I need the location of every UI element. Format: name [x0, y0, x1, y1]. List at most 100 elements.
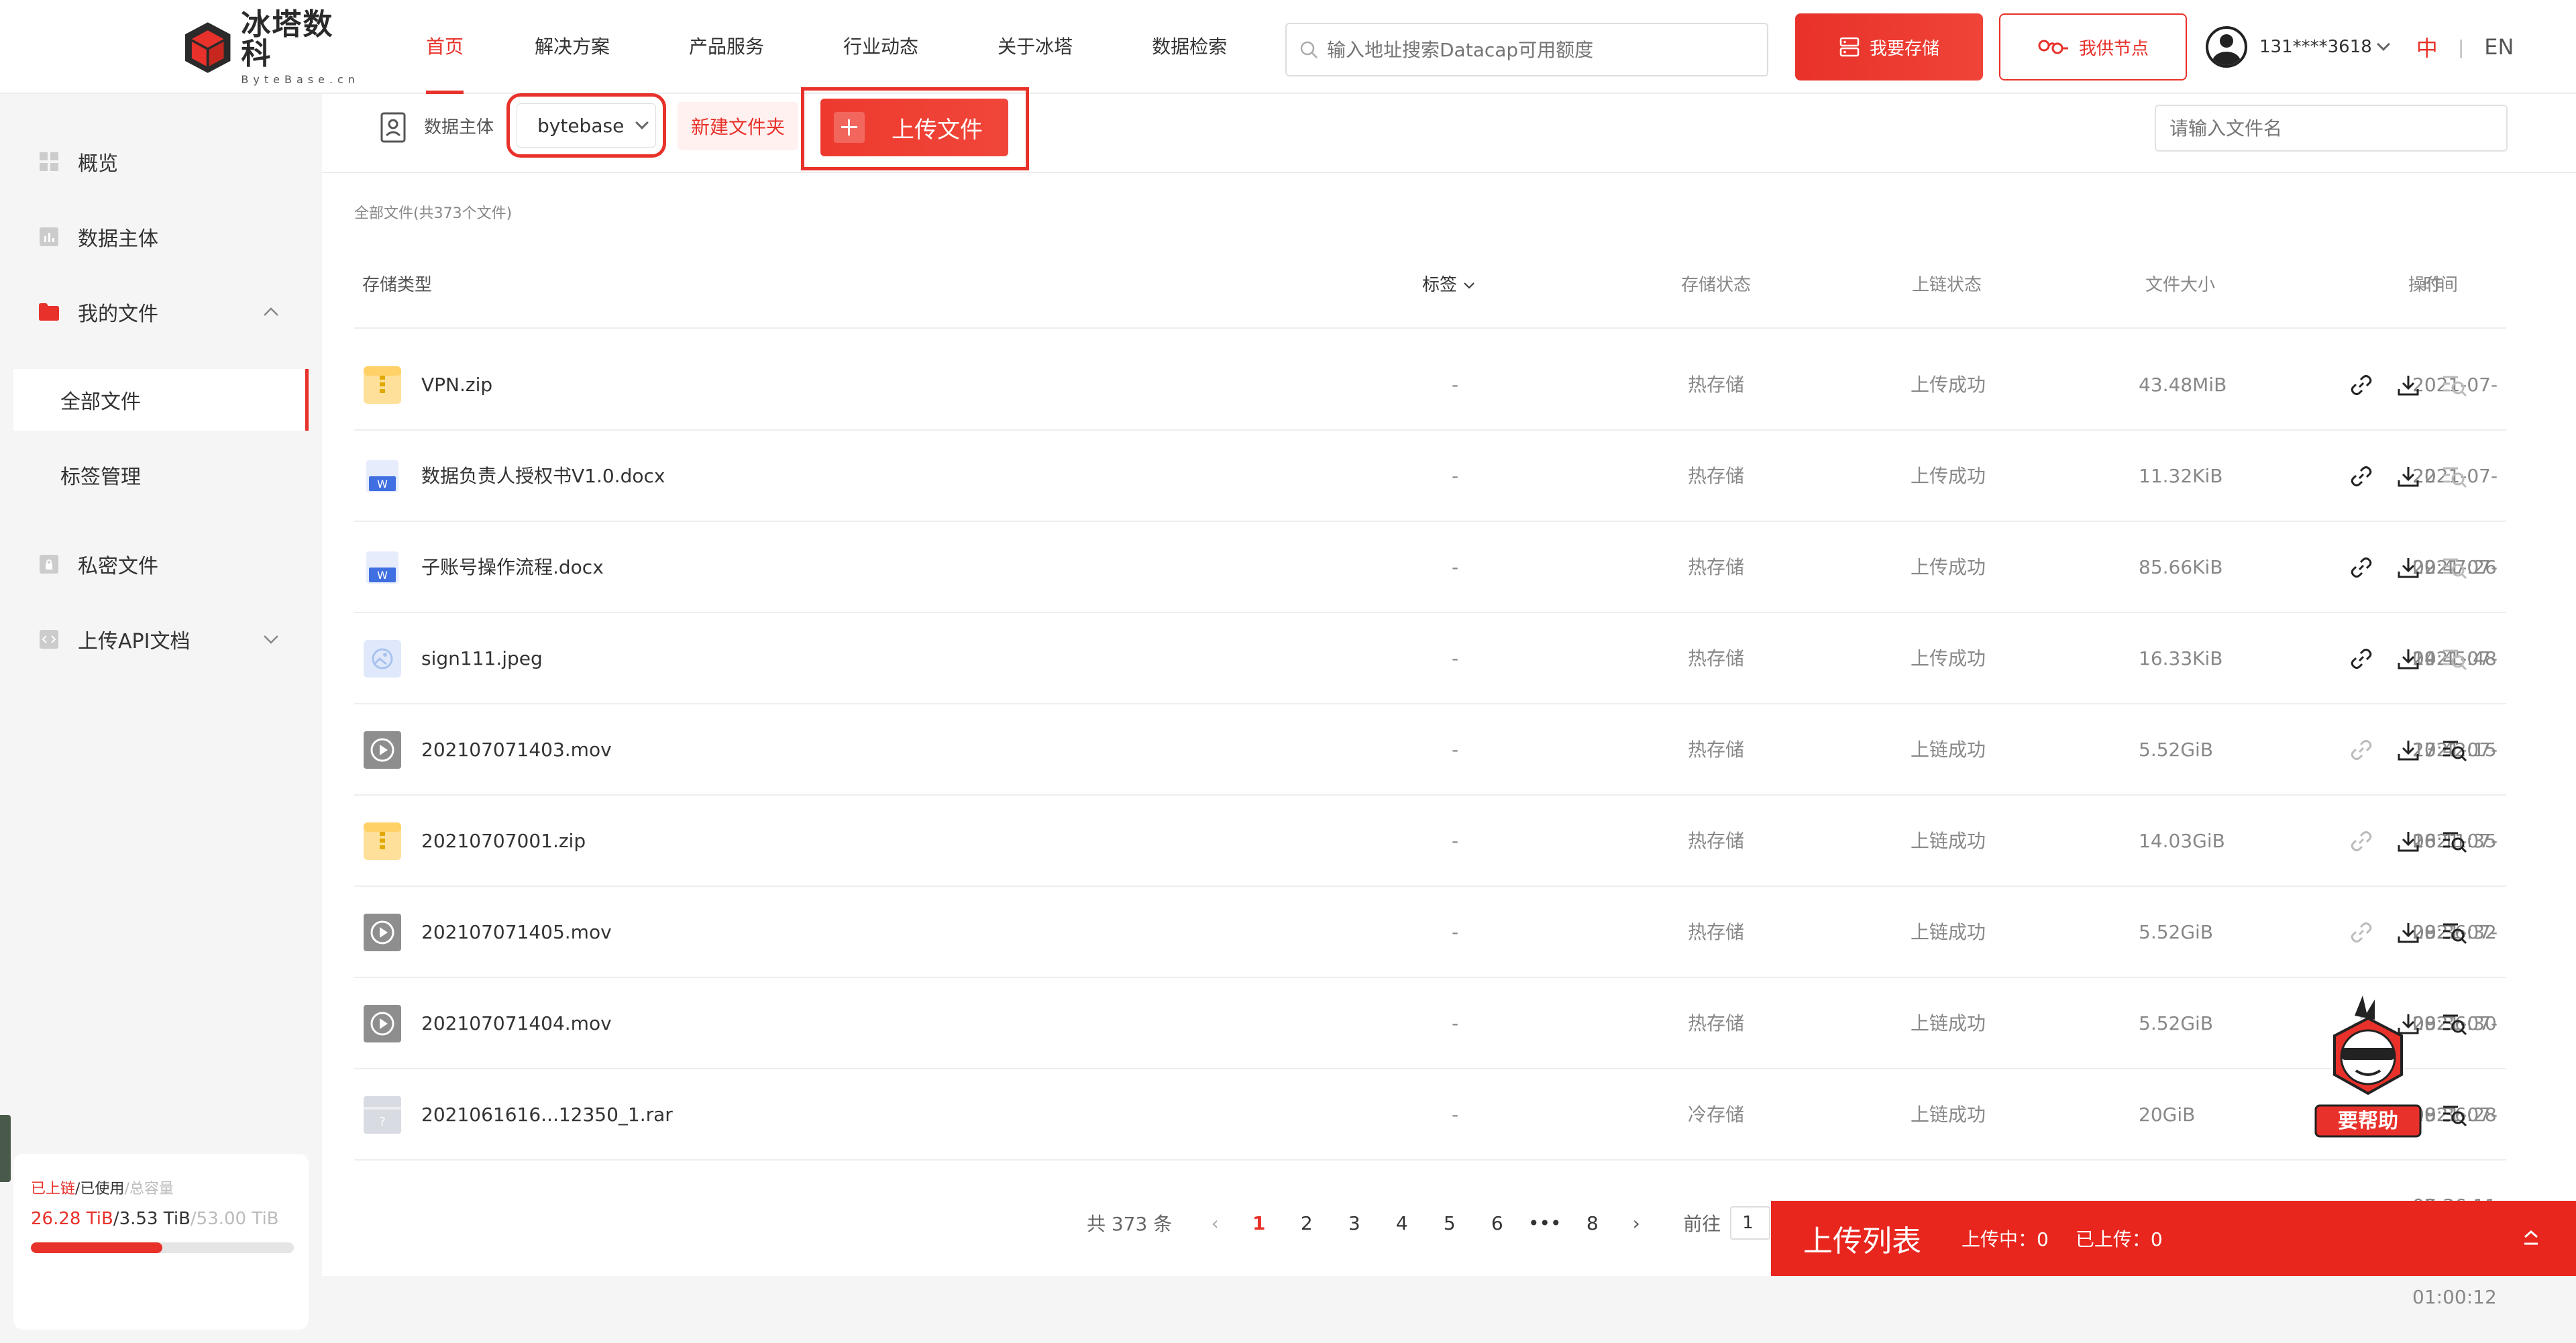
page-ellipsis[interactable]: ••• [1521, 1212, 1568, 1234]
page-5[interactable]: 5 [1426, 1212, 1473, 1234]
table-row[interactable]: 202107071405.mov - 热存储 上链成功 5.52GiB 2021… [354, 887, 2506, 1126]
file-name-cell[interactable]: 20210707001.zip [354, 796, 586, 887]
usage-values: 26.28 TiB/3.53 TiB/53.00 TiB [31, 1209, 291, 1229]
sidebar-item-tag-manage[interactable]: 标签管理 [13, 444, 309, 506]
lang-en[interactable]: EN [2484, 34, 2514, 60]
query-list-icon[interactable] [2442, 645, 2469, 672]
download-icon[interactable] [2395, 463, 2422, 490]
query-list-icon[interactable] [2442, 463, 2469, 490]
sidebar-drag-handle[interactable] [0, 1115, 11, 1182]
nav-home[interactable]: 首页 [426, 0, 464, 94]
table-row[interactable]: 20210707001.zip - 热存储 上链成功 14.03GiB 2021… [354, 796, 2506, 1034]
page-2[interactable]: 2 [1283, 1212, 1330, 1234]
query-list-icon[interactable] [2442, 1102, 2469, 1128]
docx-file-icon: W [364, 549, 401, 586]
col-tag[interactable]: 标签 [1422, 271, 1476, 296]
table-row[interactable]: VPN.zip - 热存储 上传成功 43.48MiB 2021-07-22 0… [354, 339, 2506, 578]
table-row[interactable]: W 数据负责人授权书V1.0.docx - 热存储 上传成功 11.32KiB … [354, 431, 2506, 669]
download-icon[interactable] [2395, 737, 2422, 763]
sidebar-item-api-docs[interactable]: 上传API文档 [0, 607, 322, 672]
table-row[interactable]: 202107071403.mov - 热存储 上链成功 5.52GiB 2021… [354, 704, 2506, 943]
download-icon[interactable] [2395, 919, 2422, 946]
file-name-cell[interactable]: W 子账号操作流程.docx [354, 522, 604, 613]
file-name-cell[interactable]: 202107071404.mov [354, 978, 612, 1069]
nav-about[interactable]: 关于冰塔 [998, 0, 1073, 94]
upload-file-button[interactable]: 上传文件 [820, 99, 1008, 156]
filename-search-input[interactable] [2155, 105, 2508, 152]
table-row[interactable]: ? 2021061616...12350_1.rar - 冷存储 上链成功 20… [354, 1069, 2506, 1308]
chevron-up-icon[interactable] [263, 307, 279, 317]
sidebar-item-subject[interactable]: 数据主体 [0, 205, 322, 269]
id-card-icon [380, 112, 406, 143]
nav-industry-news[interactable]: 行业动态 [843, 0, 918, 94]
subject-select[interactable]: bytebase [506, 93, 666, 158]
file-name-cell[interactable]: W 数据负责人授权书V1.0.docx [354, 431, 665, 522]
svg-text:W: W [377, 478, 388, 490]
address-search[interactable] [1285, 23, 1768, 76]
chevron-down-icon[interactable] [2376, 38, 2390, 51]
nav-solutions[interactable]: 解决方案 [535, 0, 610, 94]
page-3[interactable]: 3 [1330, 1212, 1378, 1234]
file-name-cell[interactable]: 202107071405.mov [354, 887, 612, 978]
query-list-icon[interactable] [2442, 1010, 2469, 1037]
help-widget[interactable]: 要帮助 [2308, 996, 2428, 1143]
link-icon[interactable] [2348, 554, 2375, 581]
nav-data-search[interactable]: 数据检索 [1152, 0, 1227, 94]
page-8[interactable]: 8 [1568, 1212, 1616, 1234]
file-name-cell[interactable]: ? 2021061616...12350_1.rar [354, 1069, 673, 1161]
file-name: 202107071404.mov [421, 1012, 612, 1034]
expand-up-icon[interactable] [2521, 1228, 2541, 1248]
page-6[interactable]: 6 [1473, 1212, 1521, 1234]
store-button[interactable]: 我要存储 [1795, 13, 1983, 80]
link-icon[interactable] [2348, 372, 2375, 398]
file-tag: - [1452, 1012, 1459, 1034]
sidebar-item-all-files[interactable]: 全部文件 [13, 369, 309, 431]
download-icon[interactable] [2395, 645, 2422, 672]
file-tag: - [1452, 465, 1459, 487]
page-4[interactable]: 4 [1378, 1212, 1426, 1234]
query-list-icon[interactable] [2442, 919, 2469, 946]
search-input[interactable] [1327, 38, 1756, 61]
link-icon[interactable] [2348, 919, 2375, 946]
page-1[interactable]: 1 [1235, 1212, 1283, 1234]
link-icon[interactable] [2348, 463, 2375, 490]
link-icon[interactable] [2348, 737, 2375, 763]
download-icon[interactable] [2395, 828, 2422, 855]
upload-list-panel[interactable]: 上传列表 上传中：0 已上传：0 [1771, 1201, 2576, 1276]
file-name-cell[interactable]: sign111.jpeg [354, 613, 543, 704]
sidebar-item-my-files[interactable]: 我的文件 [0, 280, 322, 344]
prev-page-icon[interactable]: ‹ [1195, 1212, 1235, 1234]
node-button[interactable]: 我供节点 [1999, 13, 2187, 80]
chevron-down-icon[interactable] [263, 634, 279, 645]
link-icon[interactable] [2348, 828, 2375, 855]
user-menu[interactable]: 131****3618 中 | EN [2206, 24, 2514, 70]
table-row[interactable]: W 子账号操作流程.docx - 热存储 上传成功 85.66KiB 2021-… [354, 522, 2506, 761]
query-list-icon[interactable] [2442, 828, 2469, 855]
new-folder-button[interactable]: 新建文件夹 [678, 102, 798, 150]
file-name-cell[interactable]: 202107071403.mov [354, 704, 612, 796]
nav-products[interactable]: 产品服务 [689, 0, 764, 94]
table-row[interactable]: 202107071404.mov - 热存储 上链成功 5.52GiB 2021… [354, 978, 2506, 1217]
main-nav: 首页 解决方案 产品服务 行业动态 关于冰塔 数据检索 [402, 0, 1227, 94]
file-size: 43.48MiB [2139, 374, 2227, 396]
query-list-icon[interactable] [2442, 554, 2469, 581]
goto-page-input[interactable]: 1 [1730, 1206, 1771, 1240]
file-tag: - [1452, 921, 1459, 943]
help-label: 要帮助 [2338, 1110, 2398, 1133]
download-icon[interactable] [2395, 372, 2422, 398]
file-chain-status: 上传成功 [1911, 465, 1986, 487]
download-icon[interactable] [2395, 554, 2422, 581]
sidebar-item-overview[interactable]: 概览 [0, 129, 322, 194]
file-name-cell[interactable]: VPN.zip [354, 339, 492, 431]
lang-zh[interactable]: 中 [2416, 32, 2438, 62]
link-icon[interactable] [2348, 645, 2375, 672]
logo[interactable]: 冰塔数科 ByteBase.cn [182, 10, 364, 85]
file-storage-status: 热存储 [1688, 465, 1745, 487]
query-list-icon[interactable] [2442, 737, 2469, 763]
logo-cube-icon [184, 22, 231, 73]
sidebar-item-private-files[interactable]: 私密文件 [0, 532, 322, 596]
next-page-icon[interactable]: › [1616, 1212, 1656, 1234]
avatar[interactable] [2206, 26, 2247, 68]
table-row[interactable]: sign111.jpeg - 热存储 上传成功 16.33KiB 2021-07… [354, 613, 2506, 852]
query-list-icon[interactable] [2442, 372, 2469, 398]
